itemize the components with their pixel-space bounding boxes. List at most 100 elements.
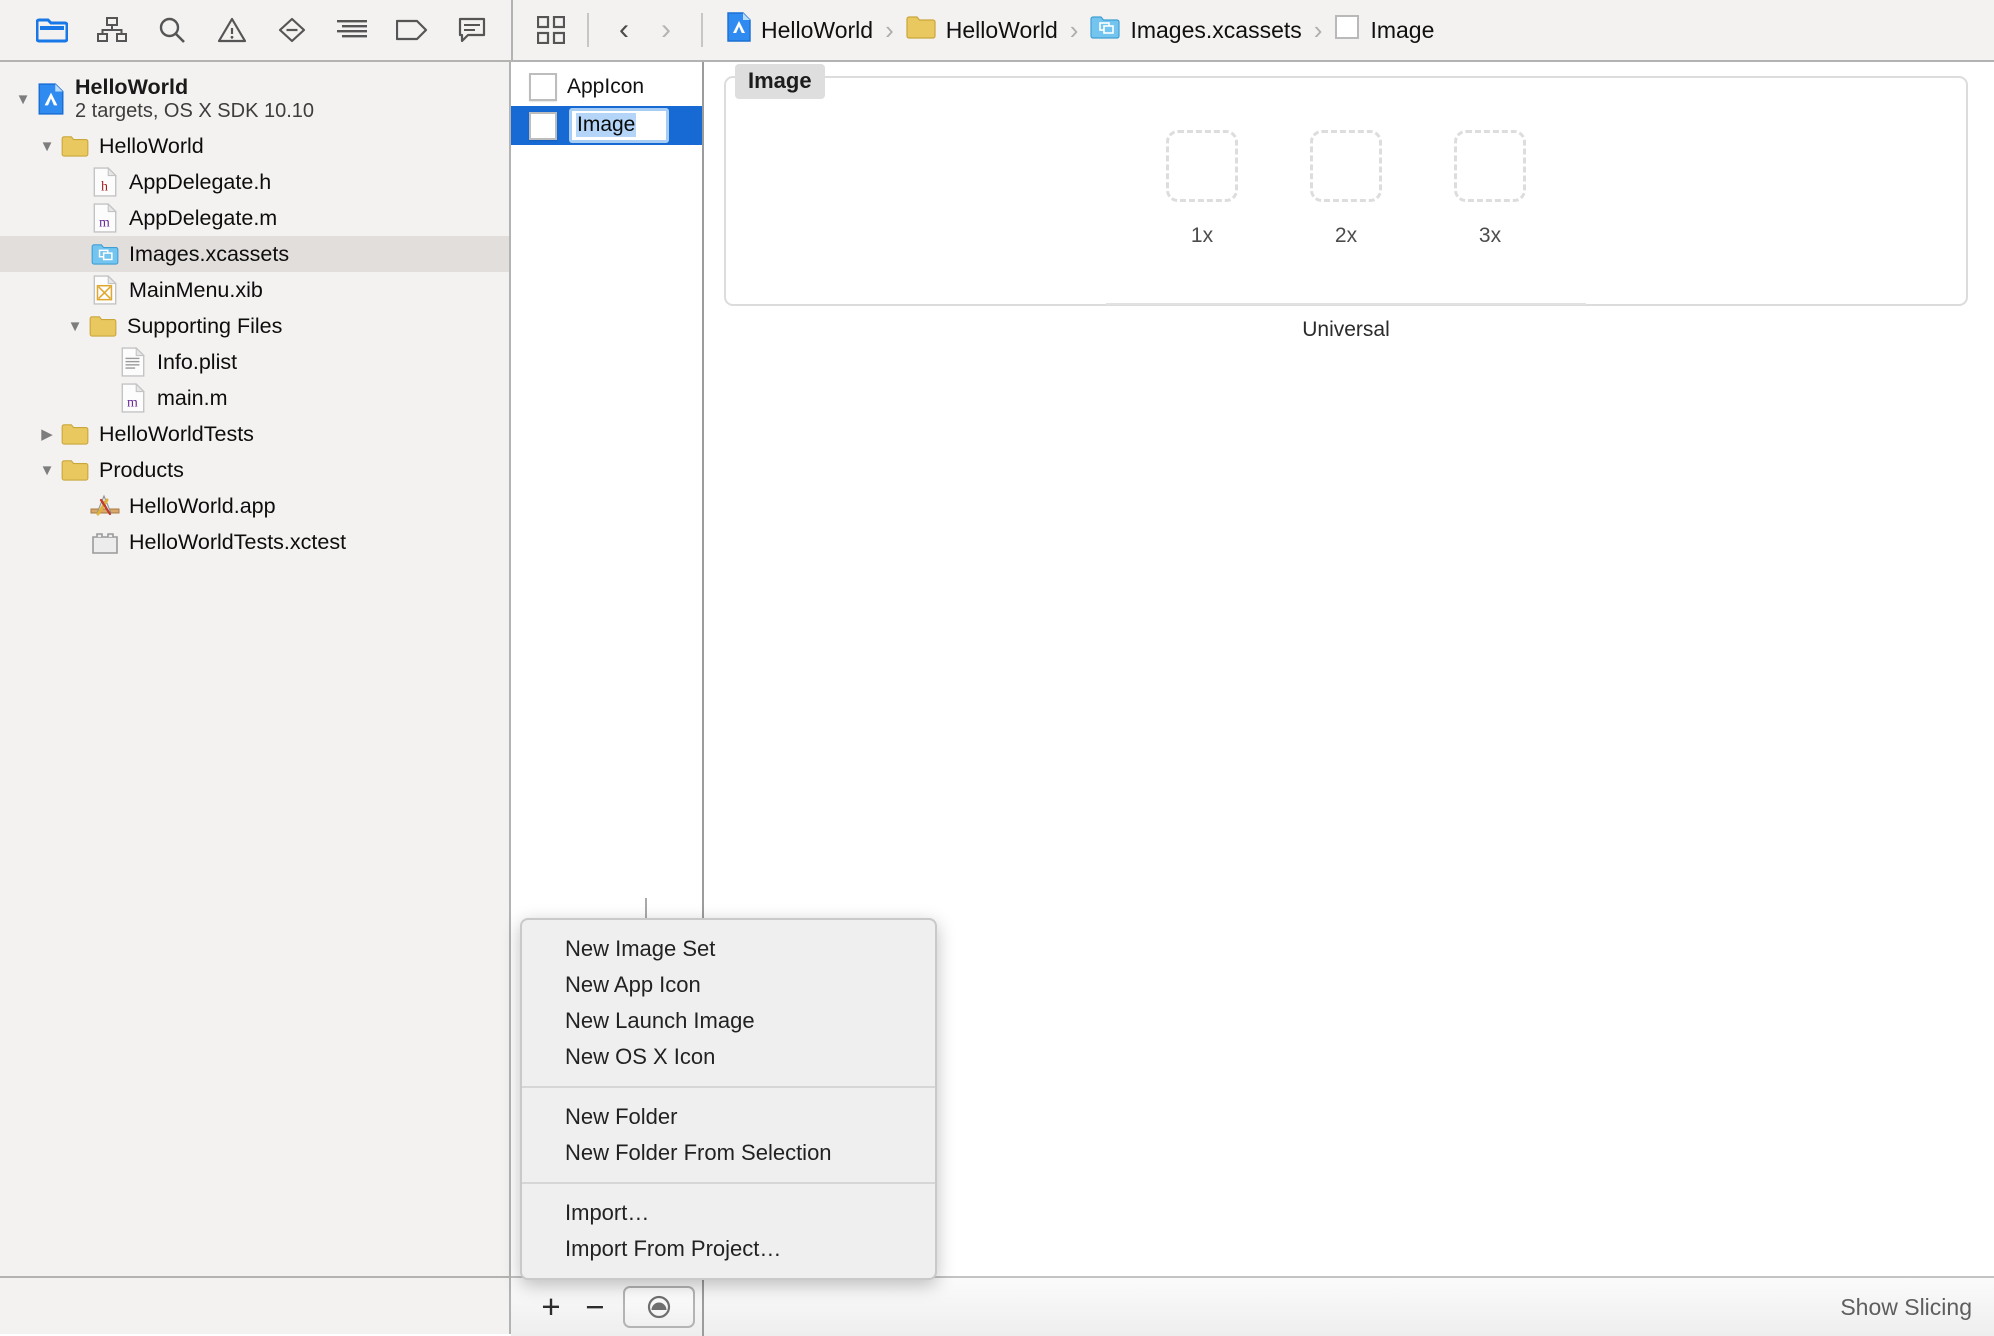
navigator-item-label: Images.xcassets xyxy=(129,242,289,267)
image-slot-3x[interactable]: 3x xyxy=(1454,130,1526,248)
show-slicing-button[interactable]: Show Slicing xyxy=(1840,1294,1972,1321)
navigator-item-label: Info.plist xyxy=(157,350,237,375)
navigator-row-info-plist[interactable]: Info.plist xyxy=(0,344,509,380)
navigator-row-helloworld-group[interactable]: ▼ HelloWorld xyxy=(0,128,509,164)
asset-row-image[interactable]: Image xyxy=(511,106,702,145)
breadcrumb-item-imageset[interactable]: Image xyxy=(1330,14,1438,46)
h-file-icon: h xyxy=(90,167,120,197)
navigator-row-helloworld-app[interactable]: HelloWorld.app xyxy=(0,488,509,524)
menu-item-new-launch-image[interactable]: New Launch Image xyxy=(522,1003,935,1039)
menu-item-new-os-x-icon[interactable]: New OS X Icon xyxy=(522,1039,935,1075)
disclosure-triangle-open-icon[interactable]: ▼ xyxy=(34,463,60,478)
navigator-item-label: MainMenu.xib xyxy=(129,278,263,303)
asset-thumbnail-icon xyxy=(529,73,557,101)
navigator-row-project[interactable]: ▼ HelloWorld 2 targets, OS X SDK 10.10 xyxy=(0,70,509,128)
yellow-folder-icon xyxy=(88,311,118,341)
asset-list-toolbar: + − xyxy=(511,1278,704,1336)
toolbar-divider xyxy=(587,13,589,47)
minus-diamond-icon[interactable] xyxy=(262,1,322,59)
disclosure-triangle-open-icon[interactable]: ▼ xyxy=(34,139,60,154)
asset-name-label: AppIcon xyxy=(567,75,644,99)
plist-file-icon xyxy=(118,347,148,377)
breadcrumb-item-group[interactable]: HelloWorld xyxy=(902,15,1062,45)
menu-separator xyxy=(522,1182,935,1184)
warning-triangle-icon[interactable] xyxy=(202,1,262,59)
navigator-row-mainmenu-xib[interactable]: MainMenu.xib xyxy=(0,272,509,308)
yellow-folder-icon xyxy=(60,419,90,449)
image-slot-2x[interactable]: 2x xyxy=(1310,130,1382,248)
asset-catalog-icon xyxy=(1090,15,1120,45)
menu-item-new-image-set[interactable]: New Image Set xyxy=(522,931,935,967)
search-icon[interactable] xyxy=(142,1,202,59)
bottom-bars: + − Show Slicing xyxy=(0,1276,1994,1334)
project-subtitle: 2 targets, OS X SDK 10.10 xyxy=(75,100,314,123)
slot-scale-label: 2x xyxy=(1335,224,1357,248)
menu-item-new-app-icon[interactable]: New App Icon xyxy=(522,967,935,1003)
yellow-folder-icon xyxy=(60,131,90,161)
toolbar-divider-2 xyxy=(701,13,703,47)
menu-separator xyxy=(522,1086,935,1088)
empty-image-well[interactable] xyxy=(1454,130,1526,202)
image-set-title: Image xyxy=(735,64,825,99)
breadcrumb-separator: › xyxy=(885,15,894,46)
tag-icon[interactable] xyxy=(382,1,442,59)
asset-rename-value: Image xyxy=(576,113,636,137)
navigator-row-main-m[interactable]: m main.m xyxy=(0,380,509,416)
xctest-bundle-icon xyxy=(90,527,120,557)
breadcrumb-item-catalog[interactable]: Images.xcassets xyxy=(1086,15,1305,45)
disclosure-triangle-open-icon[interactable]: ▼ xyxy=(10,92,36,107)
device-group-label: Universal xyxy=(726,318,1966,342)
navigator-row-appdelegate-h[interactable]: h AppDelegate.h xyxy=(0,164,509,200)
back-button[interactable]: ‹ xyxy=(603,1,645,59)
navigator-row-helloworldtests-xctest[interactable]: HelloWorldTests.xctest xyxy=(0,524,509,560)
svg-text:h: h xyxy=(101,180,108,195)
menu-item-import-from-project[interactable]: Import From Project… xyxy=(522,1231,935,1267)
xcode-project-icon xyxy=(727,12,751,48)
yellow-folder-icon xyxy=(60,455,90,485)
menu-item-import[interactable]: Import… xyxy=(522,1195,935,1231)
empty-image-well[interactable] xyxy=(1166,130,1238,202)
editor-bottom-bar: + − Show Slicing xyxy=(511,1276,1994,1336)
navigator-row-images-xcassets[interactable]: Images.xcassets xyxy=(0,236,509,272)
appearance-filter-icon[interactable] xyxy=(623,1286,695,1328)
m-file-icon: m xyxy=(118,383,148,413)
disclosure-triangle-closed-icon[interactable]: ▶ xyxy=(34,427,60,442)
remove-asset-button[interactable]: − xyxy=(573,1284,617,1330)
folder-icon[interactable] xyxy=(22,1,82,59)
empty-image-well[interactable] xyxy=(1310,130,1382,202)
xcode-window: ‹ › HelloWorld › xyxy=(0,0,1994,1334)
image-slot-1x[interactable]: 1x xyxy=(1166,130,1238,248)
asset-thumbnail-icon xyxy=(529,112,557,140)
menu-item-new-folder[interactable]: New Folder xyxy=(522,1099,935,1135)
context-menu-anchor-line xyxy=(645,898,647,920)
navigator-row-helloworldtests[interactable]: ▶ HelloWorldTests xyxy=(0,416,509,452)
list-lines-icon[interactable] xyxy=(322,1,382,59)
slicing-area: Show Slicing xyxy=(704,1278,1994,1336)
breadcrumb-item-project[interactable]: HelloWorld xyxy=(723,12,877,48)
navigator-item-label: AppDelegate.m xyxy=(129,206,277,231)
menu-item-new-folder-from-selection[interactable]: New Folder From Selection xyxy=(522,1135,935,1171)
navigator-row-supporting-files[interactable]: ▼ Supporting Files xyxy=(0,308,509,344)
navigator-row-appdelegate-m[interactable]: m AppDelegate.m xyxy=(0,200,509,236)
slot-scale-label: 3x xyxy=(1479,224,1501,248)
svg-text:m: m xyxy=(127,396,138,411)
asset-row-appicon[interactable]: AppIcon xyxy=(511,67,702,106)
navigator-row-products[interactable]: ▼ Products xyxy=(0,452,509,488)
forward-button[interactable]: › xyxy=(645,1,687,59)
disclosure-triangle-open-icon[interactable]: ▼ xyxy=(62,319,88,334)
navigator-item-label: AppDelegate.h xyxy=(129,170,271,195)
add-asset-button[interactable]: + xyxy=(529,1284,573,1330)
speech-bubble-icon[interactable] xyxy=(442,1,502,59)
navigator-item-label: Products xyxy=(99,458,184,483)
hierarchy-icon[interactable] xyxy=(82,1,142,59)
project-navigator: ▼ HelloWorld 2 targets, OS X SDK 10.10 ▼ xyxy=(0,62,511,1276)
project-title: HelloWorld xyxy=(75,75,314,100)
yellow-folder-icon xyxy=(906,15,936,45)
breadcrumb-label: Images.xcassets xyxy=(1130,17,1301,44)
window-body: ▼ HelloWorld 2 targets, OS X SDK 10.10 ▼ xyxy=(0,62,1994,1276)
app-bundle-icon xyxy=(90,491,120,521)
breadcrumb-label: HelloWorld xyxy=(946,17,1058,44)
grid-squares-icon[interactable] xyxy=(529,1,573,59)
breadcrumb: HelloWorld › HelloWorld › xyxy=(723,12,1438,48)
asset-rename-input[interactable]: Image xyxy=(569,108,669,143)
